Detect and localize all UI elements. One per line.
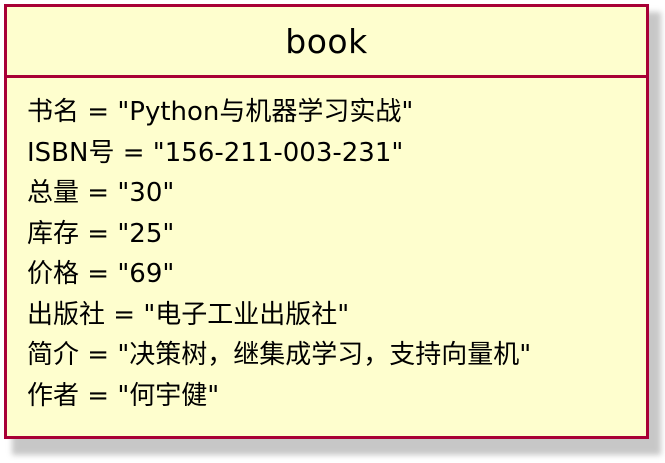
field-author: 作者 = "何宇健" [27, 380, 220, 411]
field-summary: 简介 = "决策树，继集成学习，支持向量机" [27, 340, 532, 370]
field-total: 总量 = "30" [27, 178, 175, 208]
object-fields: 书名 = "Python与机器学习实战" ISBN号 = "156-211-00… [7, 78, 646, 416]
field-publisher: 出版社 = "电子工业出版社" [27, 299, 350, 330]
field-stock: 库存 = "25" [27, 218, 175, 249]
object-book: book 书名 = "Python与机器学习实战" ISBN号 = "156-2… [4, 4, 649, 439]
field-title: 书名 = "Python与机器学习实战" [27, 97, 414, 127]
field-isbn: ISBN号 = "156-211-003-231" [27, 137, 404, 168]
object-title: book [7, 7, 646, 78]
field-price: 价格 = "69" [27, 259, 175, 289]
